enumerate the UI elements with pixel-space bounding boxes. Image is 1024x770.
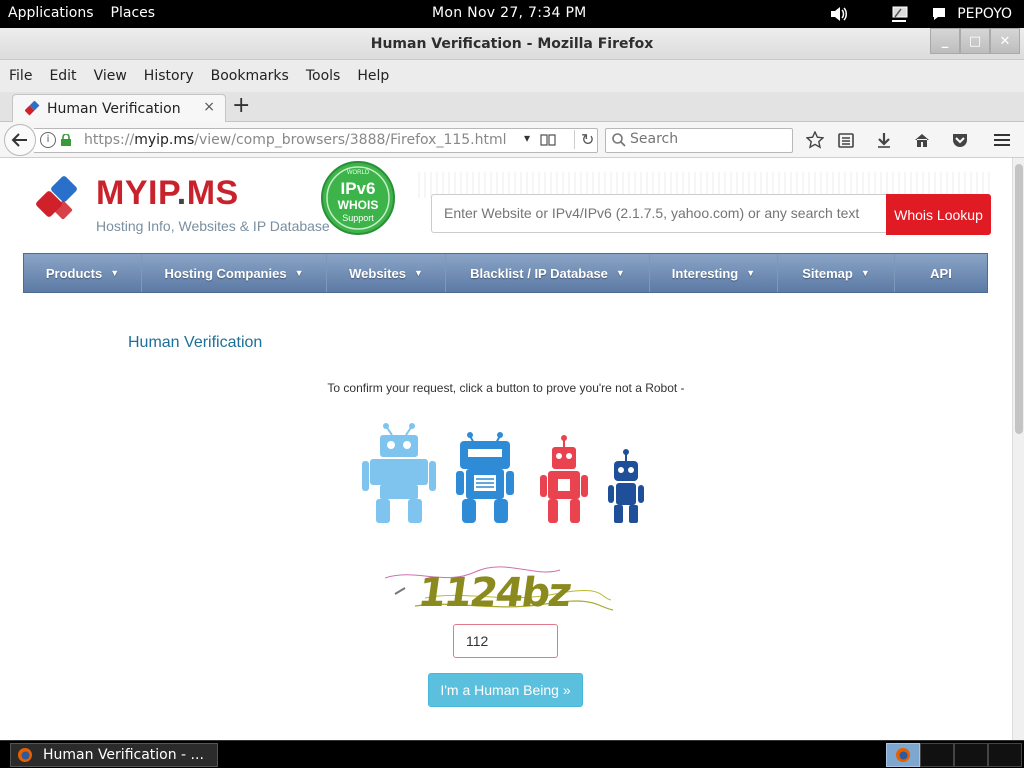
- workspace-1[interactable]: [886, 743, 920, 767]
- badge-ipv6-text: IPv6: [341, 179, 376, 198]
- back-button[interactable]: [4, 124, 36, 156]
- badge-support-text: Support: [342, 213, 374, 223]
- firefox-icon: [896, 748, 910, 762]
- window-titlebar[interactable]: Human Verification - Mozilla Firefox _ □…: [0, 28, 1024, 60]
- speaker-icon[interactable]: [829, 4, 849, 24]
- search-bar[interactable]: [605, 128, 793, 153]
- myipms-favicon-icon: [25, 101, 40, 116]
- site-info-icon[interactable]: i: [40, 132, 56, 148]
- nav-products-caret-icon: ▼: [110, 268, 120, 278]
- whois-lookup-button[interactable]: Whois Lookup: [886, 194, 991, 235]
- nav-api[interactable]: API: [895, 254, 987, 292]
- verification-title: Human Verification: [128, 334, 263, 351]
- bookmarks-library-icon[interactable]: [836, 130, 856, 150]
- captcha-input[interactable]: [453, 624, 558, 658]
- workspace-4[interactable]: [988, 743, 1022, 767]
- reader-view-icon[interactable]: [540, 133, 556, 147]
- robot-icon-4: [608, 449, 644, 523]
- hamburger-menu-icon[interactable]: [992, 130, 1012, 150]
- network-icon[interactable]: [889, 4, 909, 24]
- tab-label: Human Verification: [47, 101, 181, 117]
- ipv6-whois-support-badge[interactable]: WORLD IPv6 WHOIS Support: [318, 160, 398, 236]
- nav-blacklist-ip-database[interactable]: Blacklist / IP Database ▼: [446, 254, 650, 292]
- url-text[interactable]: https://myip.ms/view/comp_browsers/3888/…: [84, 132, 507, 148]
- scrollbar-thumb[interactable]: [1015, 164, 1023, 434]
- verification-instructions: To confirm your request, click a button …: [327, 381, 685, 395]
- firefox-icon: [18, 748, 32, 762]
- back-arrow-icon: [11, 133, 27, 147]
- search-input[interactable]: [630, 131, 785, 147]
- menu-view[interactable]: View: [94, 68, 127, 84]
- captcha-text: 1124bz: [415, 570, 573, 616]
- badge-whois-text: WHOIS: [338, 198, 379, 212]
- search-icon: [612, 133, 626, 147]
- tab-strip: Human Verification × +: [0, 92, 1024, 123]
- taskbar-item-label: Human Verification - ...: [43, 747, 204, 763]
- applications-menu[interactable]: Applications: [8, 5, 94, 21]
- new-tab-button[interactable]: +: [232, 93, 250, 118]
- url-dropdown-chevron-down-icon[interactable]: ▾: [524, 131, 530, 145]
- nav-blacklist-caret-icon: ▼: [615, 268, 625, 278]
- robot-icon-2: [456, 432, 514, 523]
- nav-products[interactable]: Products ▼: [24, 254, 142, 292]
- user-menu[interactable]: PEPOYO: [957, 6, 1012, 22]
- reload-icon[interactable]: ↻: [574, 130, 594, 149]
- site-tagline: Hosting Info, Websites & IP Database: [96, 218, 330, 234]
- menu-bookmarks[interactable]: Bookmarks: [211, 68, 289, 84]
- bookmark-star-icon[interactable]: [805, 130, 825, 150]
- lock-icon[interactable]: [60, 134, 72, 146]
- minimize-button[interactable]: _: [930, 28, 960, 54]
- close-tab-icon[interactable]: ×: [203, 99, 215, 115]
- places-menu[interactable]: Places: [111, 5, 156, 21]
- nav-interesting[interactable]: Interesting ▼: [650, 254, 778, 292]
- downloads-icon[interactable]: [874, 130, 894, 150]
- tab-human-verification[interactable]: Human Verification ×: [12, 94, 226, 123]
- page-scrollbar[interactable]: [1012, 158, 1024, 740]
- menu-history[interactable]: History: [144, 68, 194, 84]
- maximize-button[interactable]: □: [960, 28, 990, 54]
- main-navigation: Products ▼ Hosting Companies ▼ Websites ▼ B…: [23, 253, 988, 293]
- menu-file[interactable]: File: [9, 68, 32, 84]
- nav-sitemap[interactable]: Sitemap ▼: [778, 254, 895, 292]
- page-content: MYIP.MS Hosting Info, Websites & IP Data…: [0, 158, 1012, 740]
- home-icon[interactable]: [912, 130, 932, 150]
- nav-hosting-companies[interactable]: Hosting Companies ▼: [142, 254, 327, 292]
- nav-websites-caret-icon: ▼: [413, 268, 423, 278]
- taskbar-item-firefox[interactable]: Human Verification - ...: [10, 743, 218, 767]
- robot-icon-1: [362, 423, 436, 523]
- captcha-image: 1124bz: [385, 566, 614, 616]
- nav-interesting-caret-icon: ▼: [746, 268, 756, 278]
- gnome-top-bar: Applications Places Mon Nov 27, 7:34 PM …: [0, 0, 1024, 28]
- robot-icon-3: [540, 435, 588, 523]
- workspace-3[interactable]: [954, 743, 988, 767]
- menu-help[interactable]: Help: [357, 68, 389, 84]
- bottom-taskbar: Human Verification - ...: [0, 740, 1024, 768]
- menu-edit[interactable]: Edit: [49, 68, 76, 84]
- pocket-icon[interactable]: [950, 130, 970, 150]
- site-search-input[interactable]: [444, 205, 880, 221]
- close-window-button[interactable]: ✕: [990, 28, 1020, 54]
- myipms-logo-icon[interactable]: [32, 176, 88, 228]
- site-brand[interactable]: MYIP.MS: [96, 174, 239, 213]
- nav-sitemap-caret-icon: ▼: [860, 268, 870, 278]
- nav-websites[interactable]: Websites ▼: [327, 254, 446, 292]
- window-title: Human Verification - Mozilla Firefox: [370, 36, 654, 52]
- navigation-toolbar: i https://myip.ms/view/comp_browsers/388…: [0, 122, 1024, 158]
- badge-world-text: WORLD: [347, 170, 370, 176]
- clock[interactable]: Mon Nov 27, 7:34 PM: [432, 5, 587, 21]
- human-being-button[interactable]: I'm a Human Being »: [428, 673, 583, 707]
- robots-illustration: [362, 423, 644, 523]
- menu-bar: File Edit View History Bookmarks Tools H…: [0, 60, 1024, 92]
- chat-icon[interactable]: [929, 4, 949, 24]
- workspace-2[interactable]: [920, 743, 954, 767]
- menu-tools[interactable]: Tools: [306, 68, 341, 84]
- workspace-switcher[interactable]: [886, 743, 1022, 767]
- url-bar[interactable]: i https://myip.ms/view/comp_browsers/388…: [34, 128, 598, 153]
- site-search-box[interactable]: [431, 194, 887, 233]
- nav-hosting-caret-icon: ▼: [294, 268, 304, 278]
